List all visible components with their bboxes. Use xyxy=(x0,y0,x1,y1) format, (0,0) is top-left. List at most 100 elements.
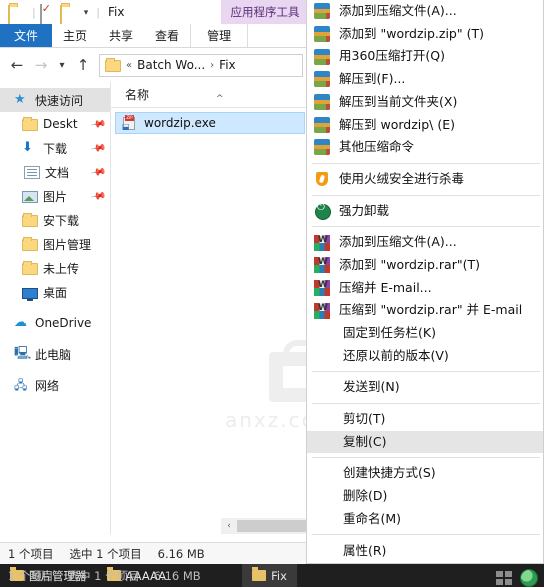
menu-item-label: 删除(D) xyxy=(343,488,388,504)
menu-item[interactable]: 解压到(F)... xyxy=(307,68,543,91)
folder-icon xyxy=(22,117,38,131)
menu-item-label: 压缩到 "wordzip.rar" 并 E-mail xyxy=(339,302,523,318)
menu-item[interactable]: 重命名(M) xyxy=(307,508,543,531)
menu-item[interactable]: 强力卸载 xyxy=(307,200,543,223)
menu-item-label: 用360压缩打开(Q) xyxy=(339,48,445,64)
menu-item[interactable]: 用360压缩打开(Q) xyxy=(307,45,543,68)
taskbar-item-aaaaa[interactable]: AAAAA xyxy=(97,564,177,587)
sidebar-item-label: 未上传 xyxy=(43,261,80,276)
menu-item[interactable]: 固定到任务栏(K) xyxy=(307,322,543,345)
menu-item[interactable]: 压缩到 "wordzip.rar" 并 E-mail xyxy=(307,299,543,322)
tab-manage[interactable]: 管理 xyxy=(190,24,249,47)
task-view-icon[interactable] xyxy=(496,571,512,585)
winrar-icon xyxy=(314,279,330,296)
menu-item[interactable]: 添加到 "wordzip.zip" (T) xyxy=(307,23,543,46)
address-bar: ← → ▾ ↑ « Batch Wo... › Fix xyxy=(0,48,309,82)
winrar-icon xyxy=(314,302,330,319)
taskbar-item-label: Fix xyxy=(271,568,287,583)
menu-item-label: 强力卸载 xyxy=(339,202,390,218)
folder-icon xyxy=(252,567,267,581)
sidebar-item-this-pc[interactable]: 🖳 此电脑 xyxy=(0,342,110,366)
sidebar-item-network[interactable]: 🖧 网络 xyxy=(0,373,110,397)
taskbar-item-picture-manager[interactable]: 图片管理器 xyxy=(0,564,97,587)
cloud-icon: ☁ xyxy=(14,315,27,330)
browser-icon[interactable] xyxy=(520,569,538,587)
360zip-icon xyxy=(314,71,330,88)
sidebar-item-label: Deskt xyxy=(43,117,78,131)
winrar-icon xyxy=(314,257,330,274)
menu-item[interactable]: 还原以前的版本(V) xyxy=(307,345,543,368)
menu-item[interactable]: 属性(R) xyxy=(307,539,543,562)
sidebar-item-downloads[interactable]: ⬇ 下载 📌 xyxy=(0,136,110,160)
menu-item-label: 添加到 "wordzip.zip" (T) xyxy=(339,25,484,41)
star-pin-icon: ★ xyxy=(14,92,26,107)
pin-icon: 📌 xyxy=(89,115,107,133)
chevron-down-icon[interactable]: ▾ xyxy=(84,8,89,18)
sidebar-item-label: 下载 xyxy=(43,141,68,156)
download-icon: ⬇ xyxy=(22,140,33,155)
sidebar-item-picture-manager[interactable]: 图片管理 xyxy=(0,232,110,256)
scrollbar-track[interactable] xyxy=(237,518,309,534)
menu-item[interactable]: 创建快捷方式(S) xyxy=(307,462,543,485)
tab-view[interactable]: 查看 xyxy=(144,24,190,47)
breadcrumb-segment-1[interactable]: Fix xyxy=(219,58,235,72)
breadcrumb-segment-0[interactable]: Batch Wo... xyxy=(137,58,205,72)
menu-item-label: 剪切(T) xyxy=(343,411,386,427)
status-size: 6.16 MB xyxy=(157,546,205,561)
menu-item[interactable]: 剪切(T) xyxy=(307,408,543,431)
tab-file[interactable]: 文件 xyxy=(0,24,53,47)
menu-item[interactable]: 删除(D) xyxy=(307,485,543,508)
menu-item[interactable]: 解压到 wordzip\ (E) xyxy=(307,113,543,136)
forward-button[interactable]: → xyxy=(30,54,52,76)
taskbar-item-label: 图片管理器 xyxy=(29,568,87,583)
360zip-icon xyxy=(314,94,330,111)
status-selection: 选中 1 个项目 xyxy=(69,546,142,561)
sidebar-item-documents[interactable]: 文档 📌 xyxy=(0,160,110,184)
new-folder-icon[interactable] xyxy=(59,4,76,26)
menu-item[interactable]: 使用火绒安全进行杀毒 xyxy=(307,168,543,191)
network-icon: 🖧 xyxy=(14,378,28,392)
menu-item[interactable]: 添加到压缩文件(A)... xyxy=(307,231,543,254)
sidebar-item-quick-access[interactable]: ★ 快速访问 xyxy=(0,88,110,112)
column-header-label: 名称 xyxy=(125,88,150,102)
sidebar-item-desktop-pinned[interactable]: Deskt 📌 xyxy=(0,112,110,136)
file-list-pane: 名称 ^ ZIP ⬓ wordzip.exe anxz.com ‹ xyxy=(110,82,335,534)
sidebar-item-desktop[interactable]: 桌面 xyxy=(0,280,110,304)
back-button[interactable]: ← xyxy=(6,54,28,76)
breadcrumb[interactable]: « Batch Wo... › Fix xyxy=(99,53,303,77)
sidebar-item-label: 桌面 xyxy=(43,285,68,300)
taskbar-item-fix[interactable]: Fix xyxy=(242,564,297,587)
menu-item[interactable]: 其他压缩命令 xyxy=(307,136,543,159)
scrollbar-thumb[interactable] xyxy=(237,520,309,532)
screen: | ▾ | Fix 应用程序工具 文件 主页 共享 查看 管理 ← → ▾ ↑ … xyxy=(0,0,544,587)
tab-share[interactable]: 共享 xyxy=(98,24,144,47)
recent-locations-button[interactable]: ▾ xyxy=(54,54,70,76)
breadcrumb-overflow[interactable]: « xyxy=(126,60,132,71)
menu-item[interactable]: 复制(C) xyxy=(307,430,543,454)
folder-icon[interactable] xyxy=(8,4,24,26)
menu-item-label: 添加到 "wordzip.rar"(T) xyxy=(339,256,480,272)
menu-item[interactable]: 添加到 "wordzip.rar"(T) xyxy=(307,254,543,277)
toolbar-divider-2: | xyxy=(96,5,100,19)
tab-home[interactable]: 主页 xyxy=(52,24,98,47)
properties-icon[interactable] xyxy=(39,4,56,25)
file-explorer-window: | ▾ | Fix 应用程序工具 文件 主页 共享 查看 管理 ← → ▾ ↑ … xyxy=(0,0,335,564)
column-header-name[interactable]: 名称 ^ xyxy=(111,82,309,108)
chevron-right-icon: › xyxy=(210,59,215,71)
title-bar: | ▾ | Fix 应用程序工具 xyxy=(0,0,309,26)
menu-item[interactable]: 压缩并 E-mail... xyxy=(307,277,543,300)
menu-item-label: 其他压缩命令 xyxy=(339,139,415,155)
menu-separator xyxy=(312,226,540,228)
horizontal-scrollbar[interactable]: ‹ xyxy=(221,518,309,534)
sidebar-item-pictures[interactable]: 图片 📌 xyxy=(0,184,110,208)
up-button[interactable]: ↑ xyxy=(72,54,94,76)
menu-item[interactable]: 解压到当前文件夹(X) xyxy=(307,91,543,114)
sidebar-item-not-uploaded[interactable]: 未上传 xyxy=(0,256,110,280)
menu-item[interactable]: 添加到压缩文件(A)... xyxy=(307,0,543,23)
sidebar-item-label: 快速访问 xyxy=(35,93,84,108)
sidebar-item-onedrive[interactable]: ☁ OneDrive xyxy=(0,311,110,335)
sidebar-item-anxiazai[interactable]: 安下载 xyxy=(0,208,110,232)
list-item[interactable]: ZIP ⬓ wordzip.exe xyxy=(115,112,305,134)
menu-item[interactable]: 发送到(N) xyxy=(307,376,543,399)
scroll-left-button[interactable]: ‹ xyxy=(221,521,237,531)
